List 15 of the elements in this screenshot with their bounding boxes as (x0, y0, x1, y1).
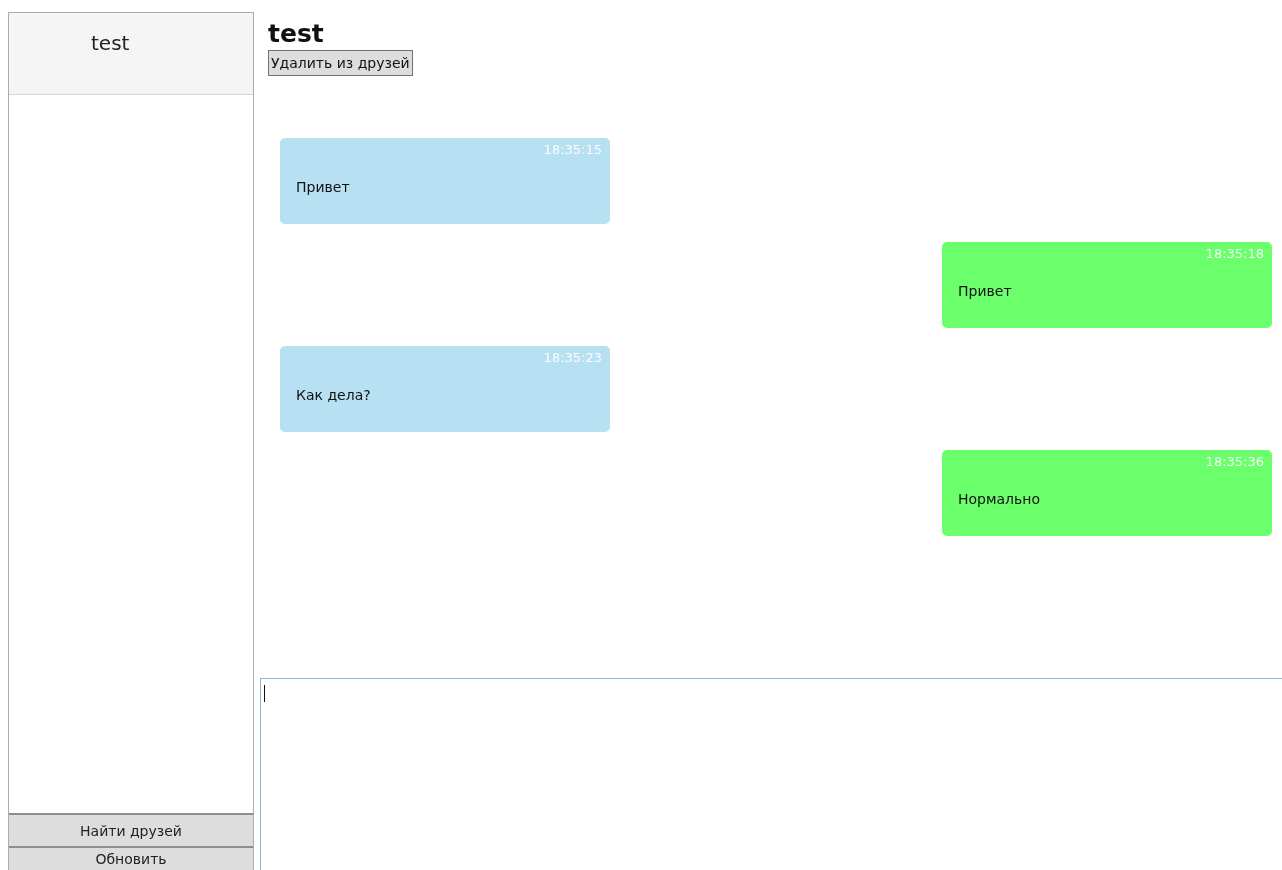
message-time: 18:35:36 (1205, 453, 1264, 469)
message-text: Нормально (958, 490, 1042, 507)
refresh-button[interactable]: Обновить (9, 846, 253, 870)
chat-title: test (268, 20, 325, 48)
remove-friend-button[interactable]: Удалить из друзей (268, 49, 413, 76)
message-text: Привет (296, 178, 351, 195)
message-time: 18:35:18 (1205, 245, 1264, 261)
message-time: 18:35:23 (543, 349, 602, 365)
message-input[interactable] (260, 678, 1282, 870)
message-text: Привет (958, 282, 1013, 299)
message-text: Как дела? (296, 386, 372, 403)
text-cursor (264, 685, 265, 702)
friend-item[interactable]: test (9, 13, 253, 95)
find-friends-button[interactable]: Найти друзей (9, 813, 253, 846)
message-time: 18:35:15 (543, 141, 602, 157)
